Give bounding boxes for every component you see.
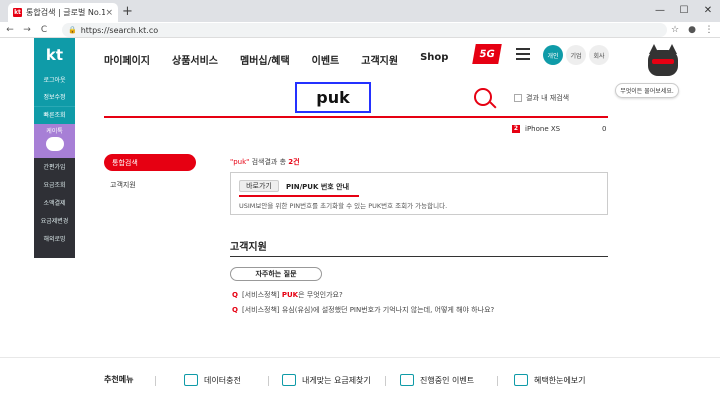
faq-question[interactable]: Q [서비스정책] PUK은 무엇인가요?: [232, 290, 343, 300]
cart-count-badge: 2: [512, 125, 520, 133]
sidebar-link-simple-join[interactable]: 간편가입: [34, 162, 75, 171]
footer-label: 추천메뉴: [104, 375, 134, 384]
footer-separator: [497, 376, 498, 386]
search-icon[interactable]: [474, 88, 492, 106]
faq-question[interactable]: Q [서비스정책] 유심(유심)에 설정했던 PIN번호가 기억나지 않는데, 어…: [232, 305, 494, 315]
main-navigation: 마이페이지 상품서비스 멤버십/혜택 이벤트 고객지원 Shop: [104, 52, 470, 67]
url-text: https://search.kt.co: [80, 25, 159, 35]
footer-separator: [385, 376, 386, 386]
profile-icon[interactable]: ●: [685, 23, 699, 37]
research-label: 결과 내 재검색: [526, 94, 570, 102]
result-description: USIM보안을 위한 PIN번호를 초기화할 수 있는 PUK번호 조회가 가능…: [239, 202, 448, 210]
tab-customer-support[interactable]: 고객지원: [110, 180, 136, 190]
footer-link-plan-finder[interactable]: 내게맞는 요금제찾기: [282, 374, 371, 386]
plan-finder-icon: [282, 374, 296, 386]
sidebar-link-roaming[interactable]: 해외로밍: [34, 234, 75, 243]
footer-separator: [155, 376, 156, 386]
result-underline: [239, 195, 359, 197]
hamburger-menu-icon[interactable]: [516, 48, 530, 60]
browser-tab-strip: kt 통합검색 | 글로벌 No.1 KT × + — ☐ ✕: [0, 0, 720, 22]
cart-value: 0: [602, 125, 607, 133]
footer-link-events[interactable]: 진행중인 이벤트: [400, 374, 474, 386]
tab-title: 통합검색 | 글로벌 No.1 KT: [26, 8, 106, 17]
result-link[interactable]: PIN/PUK 번호 안내: [286, 182, 349, 192]
search-input[interactable]: puk: [295, 82, 371, 113]
nav-support[interactable]: 고객지원: [361, 52, 398, 67]
support-divider: [230, 256, 608, 257]
mascot-icon: [45, 137, 64, 151]
summary-query: "puk": [230, 158, 250, 166]
chatbot-bubble[interactable]: 무엇이든 물어보세요.: [615, 83, 679, 98]
q-mark: Q: [232, 291, 238, 299]
lock-icon: 🔒: [68, 26, 77, 34]
new-tab-button[interactable]: +: [122, 4, 133, 19]
nav-shop[interactable]: Shop: [420, 52, 448, 67]
sidebar-link-micropay[interactable]: 소액결제: [34, 198, 75, 207]
quick-sidebar: kt 로그아웃 정보수정 빠른조회 케이톡 간편가입 요금조회 소액결제 요금제…: [34, 38, 75, 258]
window-controls: — ☐ ✕: [648, 0, 720, 20]
checkbox-icon[interactable]: [514, 94, 522, 102]
shopping-bag-icon: [514, 374, 528, 386]
star-icon[interactable]: ☆: [668, 23, 682, 37]
support-heading: 고객지원: [230, 242, 267, 253]
shortcut-button[interactable]: 바로가기: [239, 180, 279, 192]
segment-company[interactable]: 회사: [589, 45, 609, 65]
research-checkbox[interactable]: 결과 내 재검색: [514, 93, 569, 103]
nav-membership[interactable]: 멤버십/혜택: [240, 52, 290, 67]
faq-tab[interactable]: 자주하는 질문: [230, 267, 322, 281]
close-tab-icon[interactable]: ×: [105, 8, 113, 18]
kt-favicon-icon: kt: [13, 8, 22, 17]
data-charge-icon: [184, 374, 198, 386]
5g-badge[interactable]: 5G: [472, 44, 502, 64]
sidebar-link-billing[interactable]: 요금조회: [34, 180, 75, 189]
browser-tab[interactable]: kt 통합검색 | 글로벌 No.1 KT ×: [8, 3, 118, 22]
summary-text: 검색결과 총: [249, 158, 289, 166]
reload-icon[interactable]: C: [37, 25, 51, 35]
sidebar-link-plan-change[interactable]: 요금제변경: [34, 216, 75, 225]
minimize-icon[interactable]: —: [648, 0, 672, 20]
q-suffix: 은 무엇인가요?: [298, 291, 343, 299]
address-bar: ← → C 🔒 https://search.kt.co ☆ ● ⋮: [0, 22, 720, 38]
footer-link-label: 혜택한눈에보기: [534, 375, 586, 385]
url-field[interactable]: 🔒 https://search.kt.co: [62, 23, 667, 37]
q-emph: PUK: [281, 291, 299, 299]
window-close-icon[interactable]: ✕: [696, 0, 720, 20]
footer-divider: [0, 357, 720, 358]
tab-integrated-search[interactable]: 통합검색: [104, 154, 196, 171]
gift-icon: [400, 374, 414, 386]
ktalk-label: 케이톡: [46, 128, 63, 135]
footer-separator: [268, 376, 269, 386]
forward-icon[interactable]: →: [20, 25, 34, 35]
nav-mypage[interactable]: 마이페이지: [104, 52, 150, 67]
browser-menu-icon[interactable]: ⋮: [702, 23, 716, 37]
sidebar-item-quick-lookup[interactable]: 빠른조회: [34, 106, 75, 124]
q-prefix: [서비스정책] 유심(유심)에 설정했던 PIN번호가 기억나지 않는데, 어떻…: [241, 306, 495, 314]
back-icon[interactable]: ←: [3, 25, 17, 35]
segment-personal[interactable]: 개인: [543, 45, 563, 65]
segment-business[interactable]: 기업: [566, 45, 586, 65]
cart-summary[interactable]: 2 iPhone XS 0: [512, 125, 606, 133]
footer-link-benefits[interactable]: 혜택한눈에보기: [514, 374, 586, 386]
q-prefix: [서비스정책]: [241, 291, 282, 299]
q-mark: Q: [232, 306, 238, 314]
footer-link-label: 진행중인 이벤트: [420, 375, 475, 385]
result-card: 바로가기 PIN/PUK 번호 안내 USIM보안을 위한 PIN번호를 초기화…: [230, 172, 608, 215]
maximize-icon[interactable]: ☐: [672, 0, 696, 20]
result-summary: "puk" 검색결과 총 2건: [230, 157, 300, 167]
footer-link-data-charge[interactable]: 데이터충전: [184, 374, 241, 386]
footer-link-label: 데이터충전: [204, 375, 241, 385]
sidebar-item-edit-info[interactable]: 정보수정: [34, 89, 75, 106]
search-divider: [104, 116, 608, 118]
chatbot-cat-icon[interactable]: [646, 44, 680, 80]
sidebar-item-logout[interactable]: 로그아웃: [34, 72, 75, 89]
kt-logo[interactable]: kt: [34, 38, 75, 72]
nav-products[interactable]: 상품서비스: [172, 52, 218, 67]
ktalk-chat-button[interactable]: 케이톡: [34, 124, 75, 158]
nav-events[interactable]: 이벤트: [312, 52, 340, 67]
footer-link-label: 내게맞는 요금제찾기: [302, 375, 371, 385]
cart-item: iPhone XS: [525, 125, 561, 133]
summary-count: 2건: [288, 158, 300, 166]
